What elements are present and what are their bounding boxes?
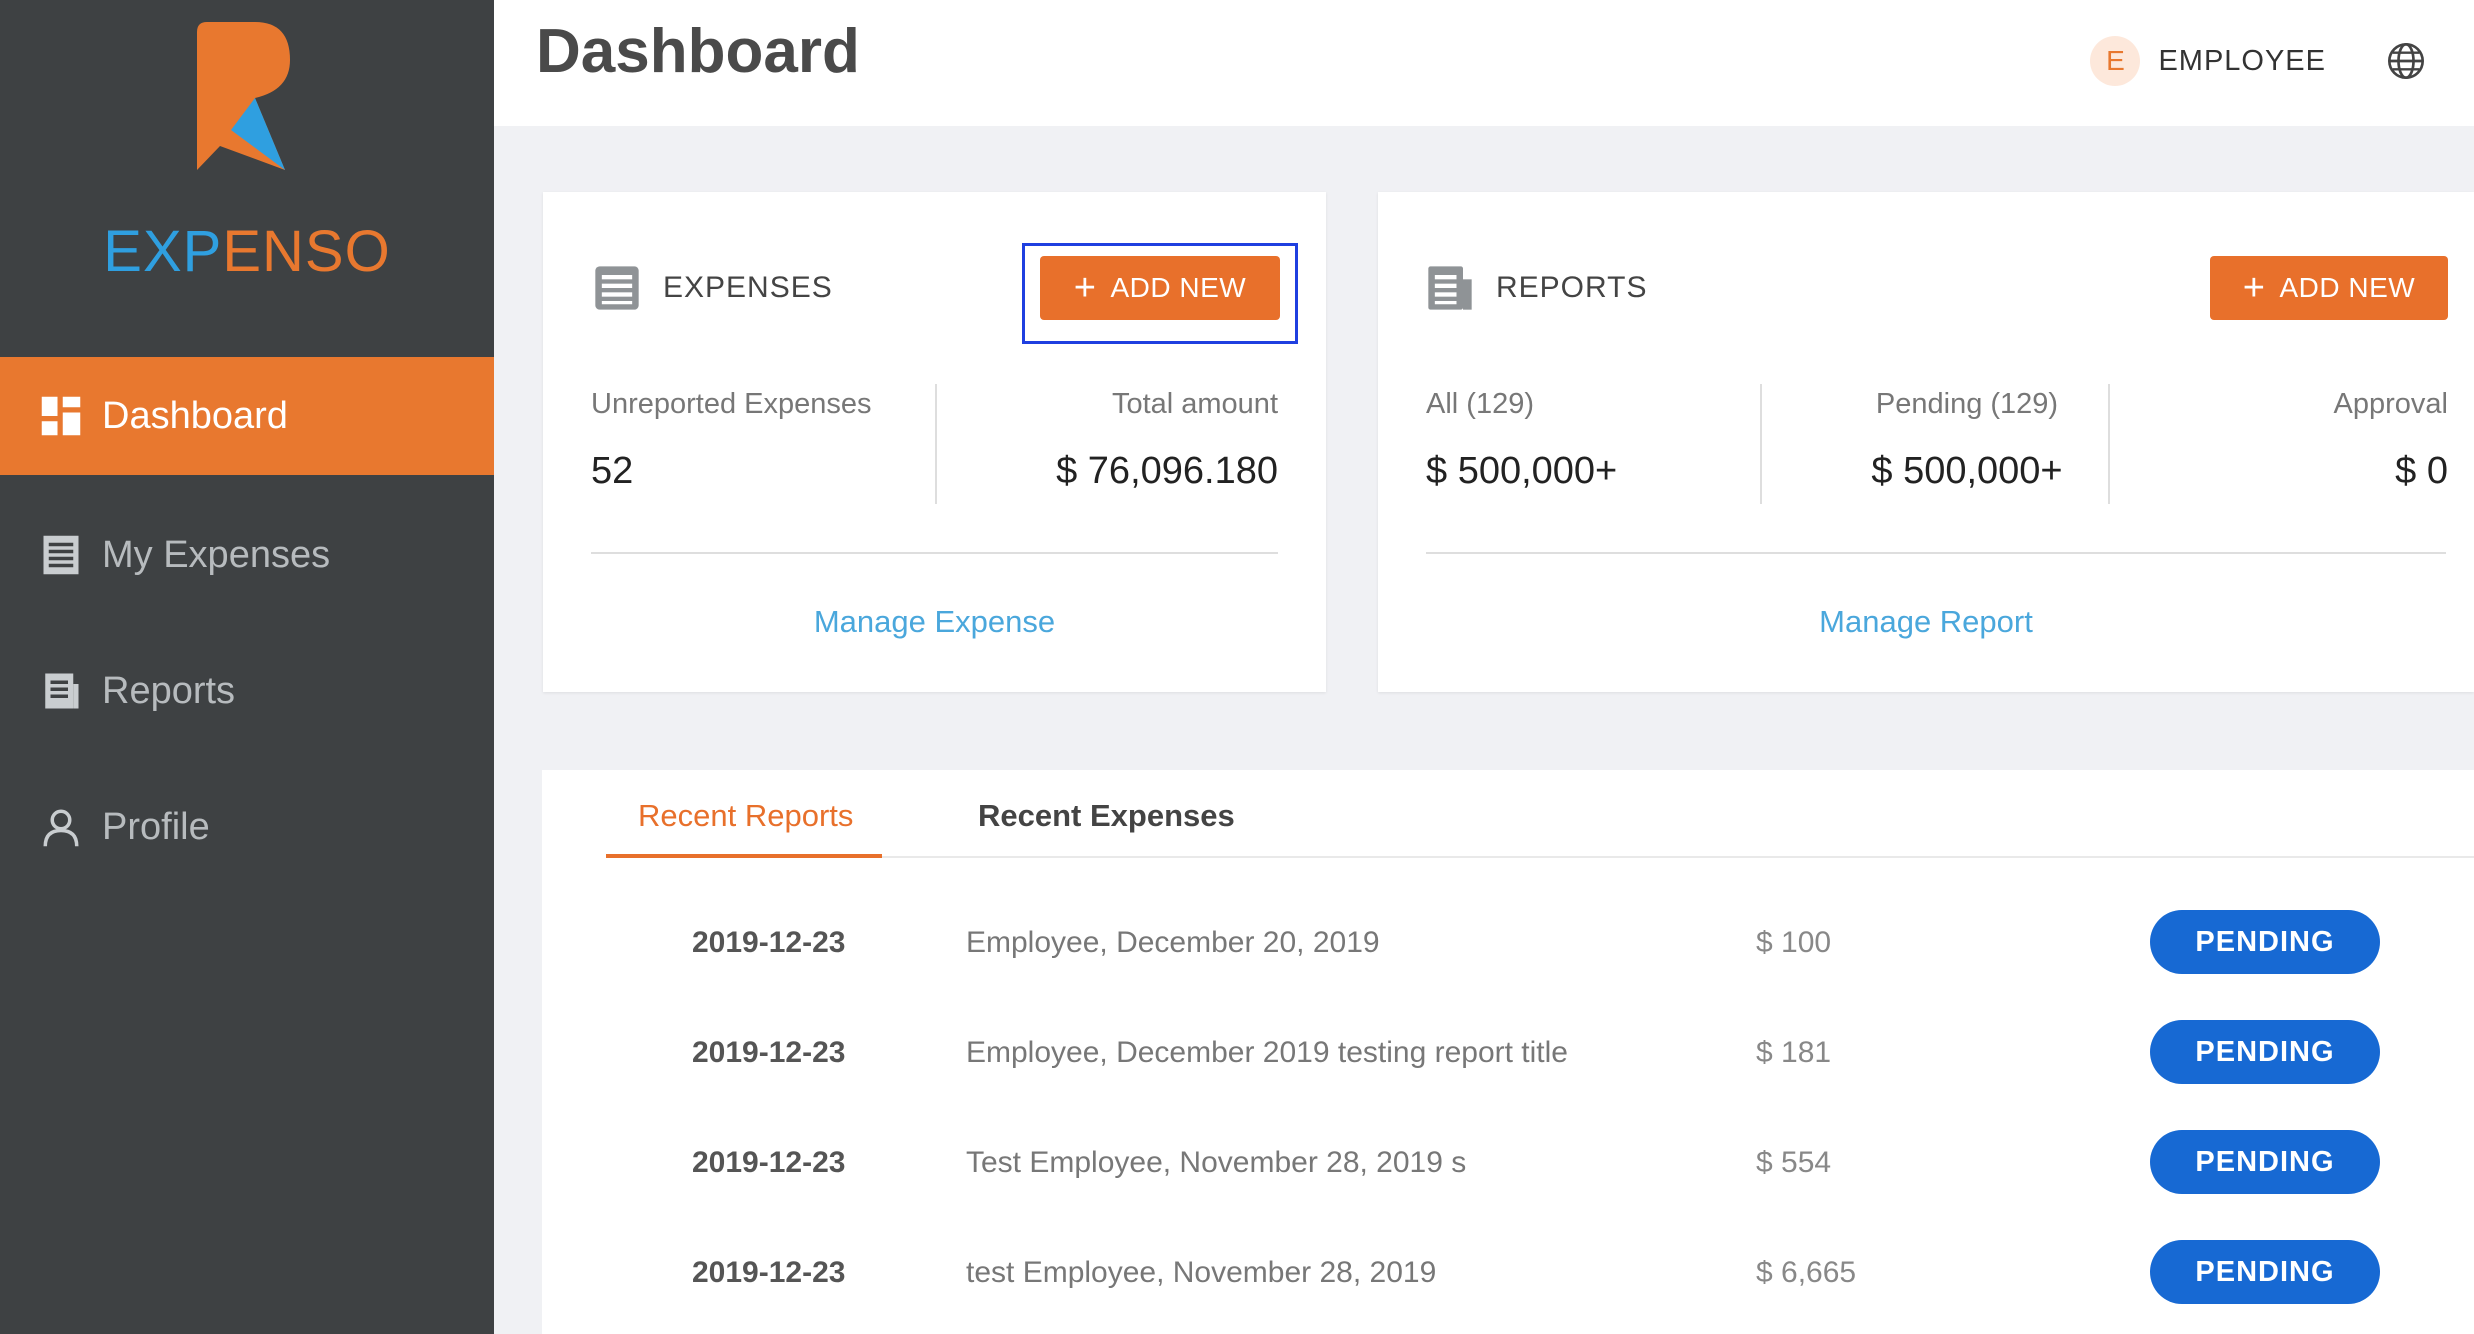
divider	[591, 552, 1278, 554]
divider	[935, 384, 937, 504]
expenses-icon	[40, 534, 82, 576]
expenses-title-label: EXPENSES	[663, 271, 833, 304]
table-row[interactable]: 2019-12-23 Test Employee, November 28, 2…	[542, 1110, 2474, 1220]
sidebar-item-label: Dashboard	[102, 394, 288, 437]
active-tab-indicator	[606, 854, 882, 858]
page-title: Dashboard	[536, 17, 860, 86]
row-date: 2019-12-23	[692, 1146, 846, 1179]
divider	[2108, 384, 2110, 504]
brand-part-2: ENSO	[222, 219, 391, 284]
expenses-card-title: EXPENSES	[591, 262, 833, 314]
row-amount: $ 6,665	[1756, 1256, 1857, 1289]
sidebar-item-reports[interactable]: Reports	[0, 632, 494, 750]
dashboard-icon	[40, 395, 82, 437]
sidebar: EXPENSO Dashboard My Expenses Reports Pr…	[0, 0, 494, 1334]
row-date: 2019-12-23	[692, 1036, 846, 1069]
row-description: Test Employee, November 28, 2019 s	[966, 1146, 1467, 1179]
row-description: test Employee, November 28, 2019	[966, 1256, 1437, 1289]
status-badge[interactable]: PENDING	[2150, 1130, 2380, 1194]
stat-label: Total amount	[1111, 388, 1278, 420]
reports-card-title: REPORTS	[1424, 262, 1647, 314]
user-area: E EMPLOYEE	[2090, 36, 2426, 86]
table-row[interactable]: 2019-12-23 test Employee, November 28, 2…	[542, 1220, 2474, 1330]
manage-report-link[interactable]: Manage Report	[1378, 604, 2474, 640]
expenses-card: EXPENSES + ADD NEW Unreported Expenses 5…	[543, 192, 1326, 692]
stat-label: All (129)	[1426, 388, 1534, 420]
manage-expense-link[interactable]: Manage Expense	[543, 604, 1326, 640]
avatar[interactable]: E	[2090, 36, 2141, 86]
sidebar-item-my-expenses[interactable]: My Expenses	[0, 496, 494, 614]
row-date: 2019-12-23	[692, 926, 846, 959]
add-report-label: ADD NEW	[2279, 272, 2416, 303]
sidebar-item-label: My Expenses	[102, 533, 331, 576]
plus-icon: +	[1073, 267, 1097, 309]
tab-recent-expenses[interactable]: Recent Expenses	[978, 798, 1235, 834]
sidebar-item-dashboard[interactable]: Dashboard	[0, 357, 494, 475]
stat-value: 52	[591, 450, 634, 492]
divider	[1426, 552, 2446, 554]
reports-title-label: REPORTS	[1496, 271, 1648, 304]
row-date: 2019-12-23	[692, 1256, 846, 1289]
sidebar-item-label: Profile	[102, 805, 210, 848]
expenso-logo	[197, 22, 290, 170]
reports-icon	[40, 670, 82, 712]
globe-icon[interactable]	[2386, 41, 2426, 81]
expenses-icon	[595, 266, 639, 310]
row-amount: $ 554	[1756, 1146, 1832, 1179]
reports-card: REPORTS + ADD NEW All (129) $ 500,000+ P…	[1378, 192, 2474, 692]
stat-label: Unreported Expenses	[591, 388, 872, 420]
tab-recent-reports[interactable]: Recent Reports	[638, 798, 853, 834]
top-header: Dashboard E EMPLOYEE	[494, 0, 2474, 126]
profile-icon	[40, 806, 82, 848]
status-badge[interactable]: PENDING	[2150, 1240, 2380, 1304]
add-expense-button[interactable]: + ADD NEW	[1040, 256, 1280, 320]
add-report-button[interactable]: + ADD NEW	[2210, 256, 2448, 320]
stat-label: Pending (129)	[1875, 388, 2059, 420]
row-description: Employee, December 2019 testing report t…	[966, 1036, 1568, 1069]
brand-name: EXPENSO	[0, 218, 494, 285]
add-expense-label: ADD NEW	[1110, 272, 1247, 303]
plus-icon: +	[2242, 267, 2266, 309]
stat-value: $ 500,000+	[1426, 450, 1618, 492]
table-row[interactable]: 2019-12-23 Employee, December 2019 testi…	[542, 1000, 2474, 1110]
stat-value: $ 500,000+	[1871, 450, 2063, 492]
sidebar-item-label: Reports	[102, 669, 236, 712]
sidebar-item-profile[interactable]: Profile	[0, 768, 494, 886]
row-amount: $ 181	[1756, 1036, 1832, 1069]
status-badge[interactable]: PENDING	[2150, 1020, 2380, 1084]
row-amount: $ 100	[1756, 926, 1832, 959]
row-description: Employee, December 20, 2019	[966, 926, 1380, 959]
brand-part-1: EXP	[103, 219, 223, 284]
stat-label: Approval	[2333, 388, 2448, 420]
stat-value: $ 76,096.180	[1056, 450, 1278, 492]
divider	[1760, 384, 1762, 504]
reports-icon	[1428, 266, 1472, 310]
recent-panel: Recent Reports Recent Expenses 2019-12-2…	[542, 770, 2474, 1334]
table-row[interactable]: 2019-12-23 Employee, December 20, 2019 $…	[542, 890, 2474, 1000]
tab-divider	[606, 856, 2474, 858]
user-name[interactable]: EMPLOYEE	[2158, 45, 2326, 78]
status-badge[interactable]: PENDING	[2150, 910, 2380, 974]
stat-value: $ 0	[2395, 450, 2448, 492]
